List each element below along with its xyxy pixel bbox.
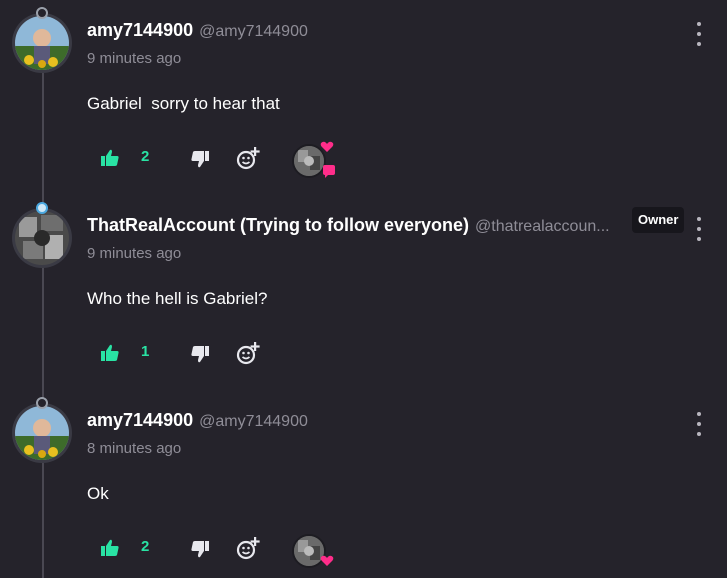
comment-text: Ok [87,484,109,503]
like-count: 1 [141,343,150,360]
badge-icon [36,7,48,19]
comment-thread: amy7144900 @amy7144900 9 minutes ago Gab… [0,0,727,578]
comment-text: Gabriel sorry to hear that [87,94,280,113]
like-count: 2 [141,148,150,165]
comment-actions: 1 [100,333,360,373]
more-vertical-icon[interactable] [690,217,708,241]
thumbs-down-icon[interactable] [190,344,210,364]
avatar[interactable] [12,397,72,463]
heart-icon [323,165,335,178]
heart-icon [320,555,334,566]
comment-actions: 2 [100,138,360,178]
user-handle[interactable]: @amy7144900 [199,413,308,431]
add-reaction-icon[interactable] [236,341,260,365]
username[interactable]: amy7144900 [87,20,193,41]
username[interactable]: ThatRealAccount (Trying to follow everyo… [87,215,469,236]
comment-item: amy7144900 @amy7144900 8 minutes ago Ok … [0,390,727,578]
comment-item: ThatRealAccount (Trying to follow everyo… [0,195,727,390]
thumbs-down-icon[interactable] [190,539,210,559]
thumbs-up-icon[interactable] [100,148,120,168]
add-reaction-icon[interactable] [236,536,260,560]
like-count: 2 [141,538,150,555]
timestamp[interactable]: 9 minutes ago [87,245,181,262]
avatar[interactable] [12,202,72,268]
add-reaction-icon[interactable] [236,146,260,170]
user-handle[interactable]: @amy7144900 [199,23,308,41]
comment-item: amy7144900 @amy7144900 9 minutes ago Gab… [0,0,727,195]
thumbs-up-icon[interactable] [100,343,120,363]
comment-text: Who the hell is Gabriel? [87,289,268,308]
creator-heart [288,140,336,180]
more-vertical-icon[interactable] [690,412,708,436]
thumbs-down-icon[interactable] [190,149,210,169]
badge-icon [36,202,48,214]
badge-icon [36,397,48,409]
owner-badge: Owner [632,207,685,233]
user-handle[interactable]: @thatrealaccoun... [475,218,610,236]
timestamp[interactable]: 9 minutes ago [87,50,181,67]
comment-actions: 2 [100,528,360,568]
timestamp[interactable]: 8 minutes ago [87,440,181,457]
avatar[interactable] [12,7,72,73]
heart-icon [320,141,334,152]
more-vertical-icon[interactable] [690,22,708,46]
username[interactable]: amy7144900 [87,410,193,431]
creator-heart [288,530,336,570]
thumbs-up-icon[interactable] [100,538,120,558]
